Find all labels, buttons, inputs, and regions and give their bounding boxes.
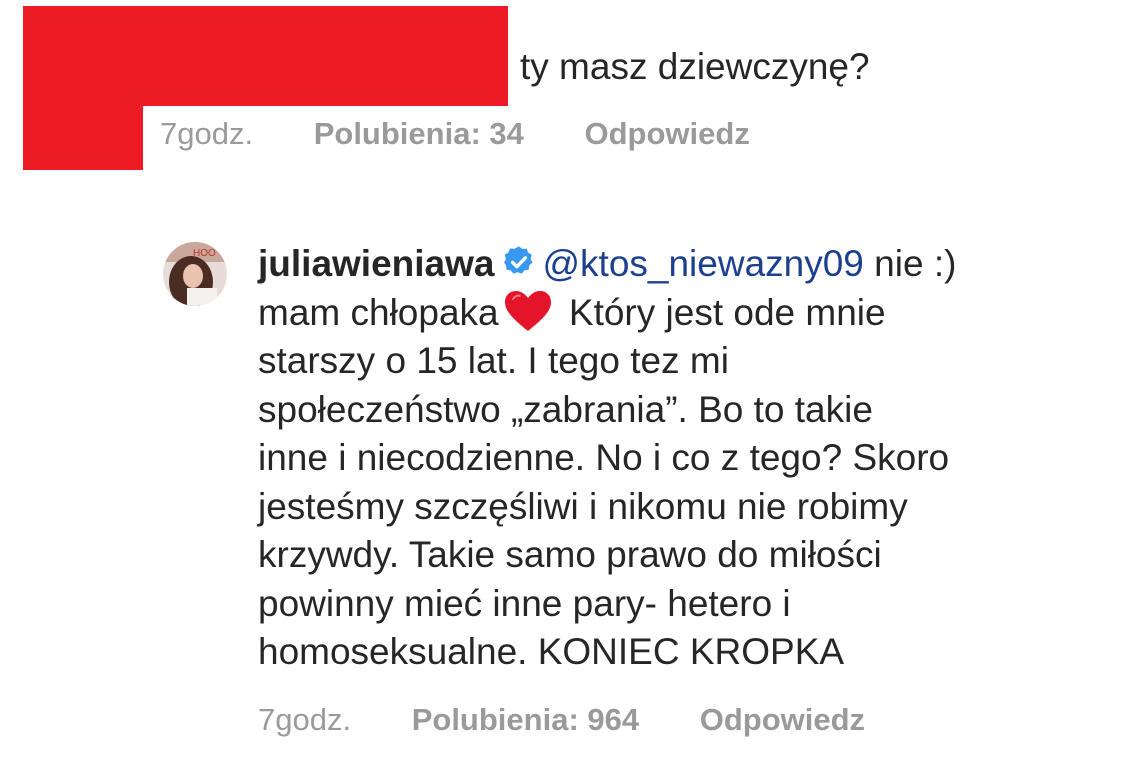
likes-count-link[interactable]: Polubienia: 34 <box>314 116 524 151</box>
comment-timestamp: 7godz. <box>160 116 254 151</box>
reply-comment: juliawieniawa @ktos_niewazny09 nie :) mam… <box>258 240 1098 677</box>
comment-text: ty masz dziewczynę? <box>520 46 870 87</box>
reply-button[interactable]: Odpowiedz <box>700 702 865 737</box>
mention-link[interactable]: @ktos_niewazny09 <box>542 243 863 284</box>
red-heart-icon <box>503 289 553 333</box>
comment-meta: 7godz. Polubienia: 964 Odpowiedz <box>258 700 865 740</box>
verified-badge-icon <box>502 243 536 277</box>
reply-text-part-2: Który jest ode mnie starszy o 15 lat. I … <box>258 291 950 673</box>
avatar[interactable]: HOO <box>163 242 227 306</box>
reply-button[interactable]: Odpowiedz <box>585 116 750 151</box>
redaction-block <box>23 6 508 106</box>
comment-meta: 7godz. Polubienia: 34 Odpowiedz <box>160 114 750 154</box>
redaction-block-lower <box>23 100 143 170</box>
likes-count-link[interactable]: Polubienia: 964 <box>412 702 639 737</box>
username-link[interactable]: juliawieniawa <box>258 243 494 284</box>
comment-timestamp: 7godz. <box>258 702 352 737</box>
